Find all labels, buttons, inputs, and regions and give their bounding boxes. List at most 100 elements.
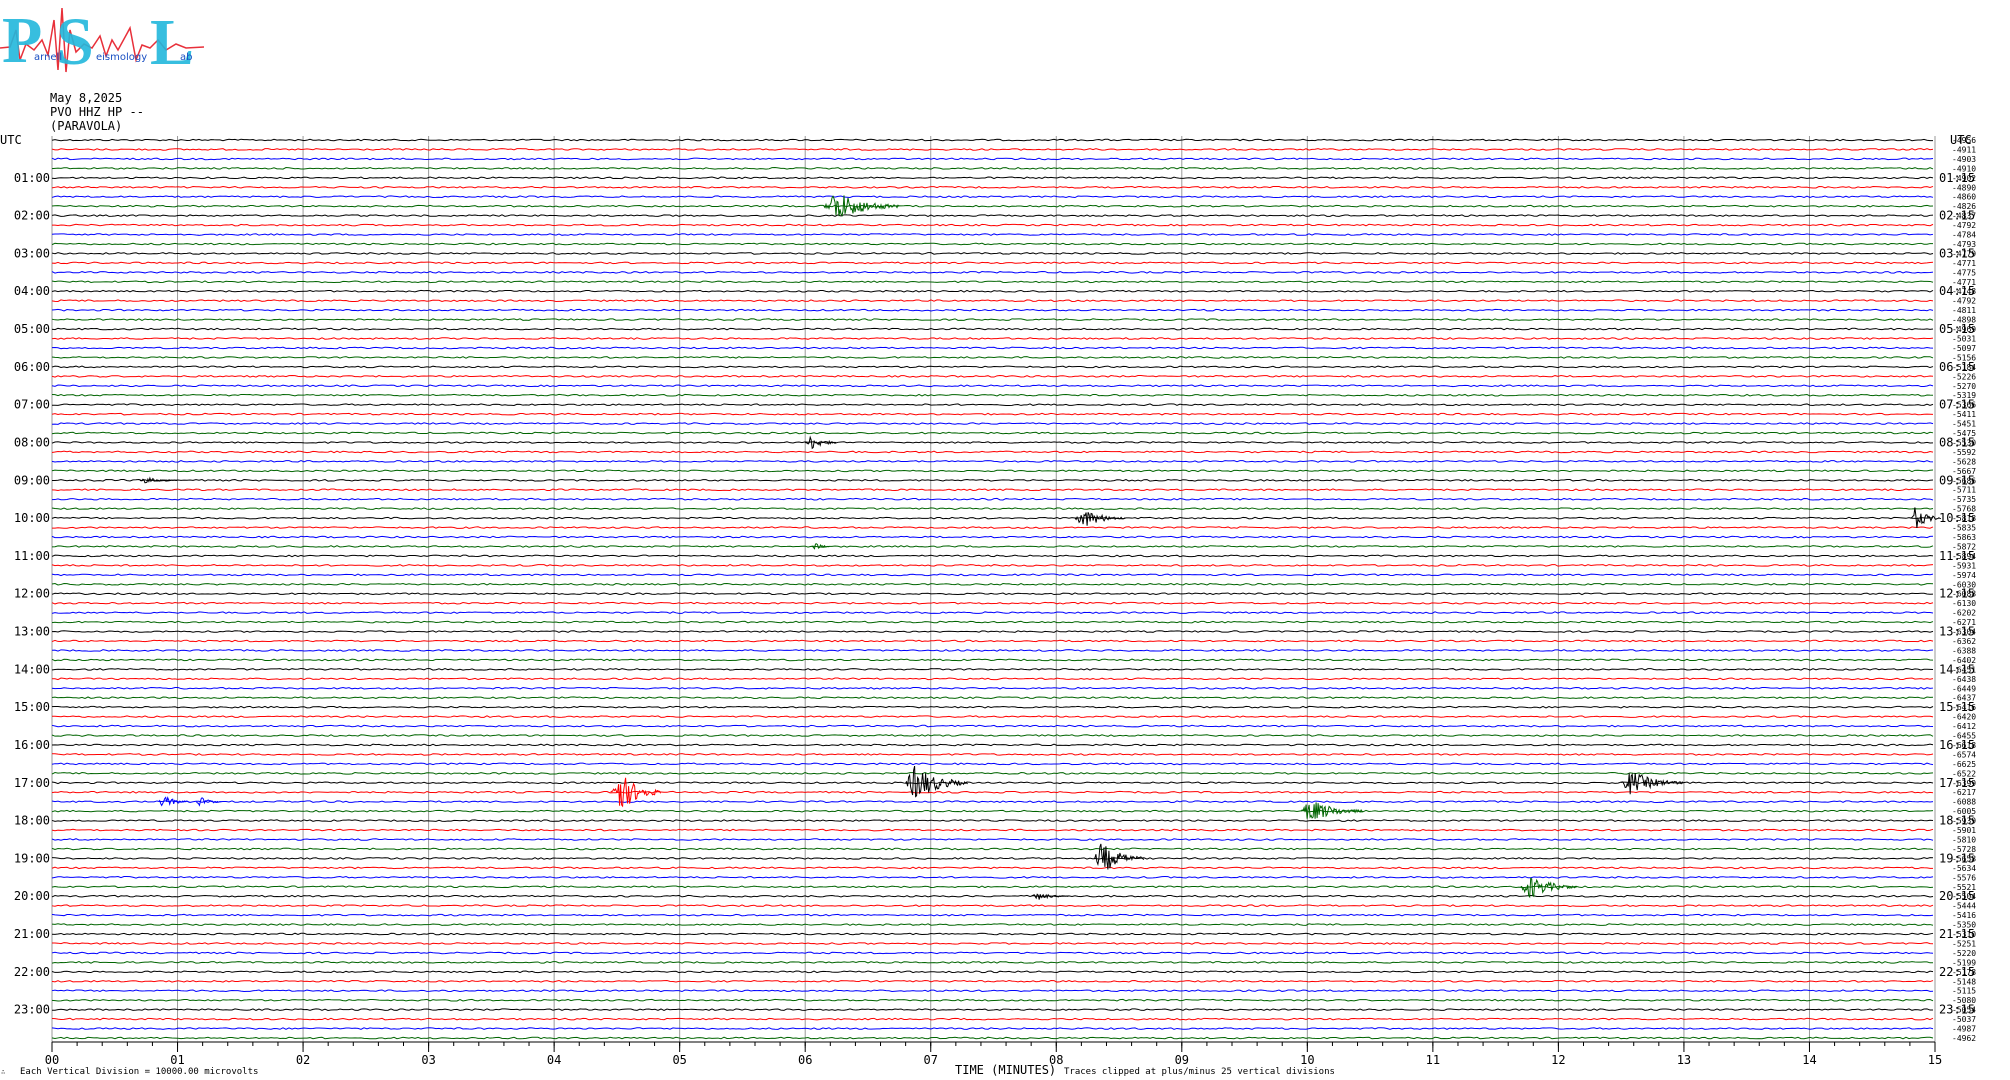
trace-line: [51, 554, 1934, 558]
trace-line: [51, 913, 1934, 917]
right-hour-label: 11:15: [1939, 549, 1975, 563]
trace-line: [51, 724, 1934, 728]
trace-line: [51, 545, 1934, 548]
trace-offset-label: -6388: [1952, 646, 1976, 655]
trace-line: [51, 299, 1934, 303]
trace-line: [51, 771, 1934, 775]
trace-offset-label: -5576: [1952, 873, 1976, 882]
trace-line: [52, 403, 1934, 406]
trace-offset-label: -6088: [1952, 798, 1976, 807]
trace-offset-label: -4903: [1952, 155, 1976, 164]
clip-note: Traces clipped at plus/minus 25 vertical…: [1064, 1067, 1335, 1077]
plot-traces: [51, 138, 1934, 1040]
right-hour-label: 13:15: [1939, 625, 1975, 639]
left-hour-label: 17:00: [14, 776, 50, 790]
x-tick-label: 03: [421, 1053, 435, 1067]
trace-line: [51, 195, 1934, 199]
trace-offset-label: -5115: [1952, 987, 1976, 996]
trace-line: [51, 989, 1934, 993]
trace-line: [51, 582, 1934, 586]
left-hour-label: 20:00: [14, 889, 50, 903]
right-hour-label: 06:15: [1939, 360, 1975, 374]
right-hour-label: 21:15: [1939, 927, 1975, 941]
x-axis-title: TIME (MINUTES): [955, 1063, 1057, 1077]
trace-line: [51, 762, 1934, 766]
trace-offset-label: -5220: [1952, 949, 1976, 958]
right-hour-label: 14:15: [1939, 662, 1975, 676]
trace-line: [51, 847, 1934, 851]
trace-line: [51, 715, 1934, 718]
right-hour-label: 15:15: [1939, 700, 1975, 714]
trace-line: [51, 649, 1934, 652]
right-hour-label: 20:15: [1939, 889, 1975, 903]
trace-offset-label: -4811: [1952, 306, 1976, 315]
scale-note: Each Vertical Division = 10000.00 microv…: [20, 1067, 259, 1077]
trace-line: [51, 271, 1934, 274]
trace-line: [51, 998, 1934, 1002]
trace-line: [51, 431, 1934, 435]
trace-line: [51, 592, 1934, 596]
trace-line: [51, 488, 1934, 492]
left-hour-label: 04:00: [14, 284, 50, 298]
trace-line: [51, 337, 1934, 340]
trace-line: [51, 497, 1934, 501]
trace-line: [51, 942, 1934, 945]
left-hour-label: 14:00: [14, 662, 50, 676]
trace-offset-label: -5451: [1952, 420, 1976, 429]
trace-line: [51, 280, 1934, 284]
trace-line: [51, 639, 1934, 643]
left-hour-label: 09:00: [14, 473, 50, 487]
trace-line: [51, 1036, 1934, 1040]
trace-line: [51, 318, 1934, 321]
right-hour-label: 23:15: [1939, 1003, 1975, 1017]
trace-line: [51, 412, 1934, 416]
left-hour-label: 11:00: [14, 549, 50, 563]
trace-line: [51, 800, 1934, 804]
trace-offset-label: -6202: [1952, 609, 1976, 618]
x-tick-label: 06: [798, 1053, 812, 1067]
trace-line: [51, 167, 1934, 170]
right-hour-label: 03:15: [1939, 246, 1975, 260]
trace-line: [51, 696, 1934, 700]
plot-labels: 00 01 02 03 04 05 06 07 08 09 10 11 12 13 14 15-4956-49…: [0, 133, 1976, 1067]
right-hour-label: 09:15: [1939, 473, 1975, 487]
left-hour-label: 16:00: [14, 738, 50, 752]
trace-line: [51, 450, 1934, 454]
trace-line: [51, 961, 1934, 964]
right-hour-label: 19:15: [1939, 851, 1975, 865]
right-hour-label: 18:15: [1939, 814, 1975, 828]
event-burst: [1093, 843, 1145, 870]
trace-line: [51, 951, 1934, 955]
trace-offset-label: -5974: [1952, 571, 1976, 580]
x-tick-label: 12: [1551, 1053, 1565, 1067]
trace-offset-label: -6412: [1952, 722, 1976, 731]
event-burst: [1030, 893, 1069, 900]
left-hour-label: 07:00: [14, 398, 50, 412]
trace-offset-label: -5416: [1952, 911, 1976, 920]
left-axis-title: UTC: [0, 133, 22, 147]
x-tick-label: 02: [296, 1053, 310, 1067]
trace-line: [51, 223, 1934, 227]
trace-offset-label: -4860: [1952, 193, 1976, 202]
trace-offset-label: -6625: [1952, 760, 1976, 769]
trace-line: [51, 611, 1934, 614]
left-hour-label: 02:00: [14, 209, 50, 223]
left-hour-label: 22:00: [14, 965, 50, 979]
left-hour-label: 03:00: [14, 246, 50, 260]
trace-offset-label: -4775: [1952, 268, 1976, 277]
trace-line: [51, 138, 1934, 142]
left-hour-label: 12:00: [14, 587, 50, 601]
right-hour-label: 17:15: [1939, 776, 1975, 790]
trace-line: [51, 932, 1934, 936]
trace-line: [51, 393, 1934, 397]
right-hour-label: 22:15: [1939, 965, 1975, 979]
trace-line: [51, 686, 1934, 690]
trace-line: [51, 469, 1934, 473]
x-tick-label: 15: [1928, 1053, 1942, 1067]
trace-line: [51, 923, 1934, 926]
left-hour-label: 18:00: [14, 814, 50, 828]
trace-line: [51, 866, 1933, 870]
trace-line: [51, 790, 1934, 794]
trace-line: [51, 1008, 1934, 1011]
trace-line: [51, 507, 1934, 510]
